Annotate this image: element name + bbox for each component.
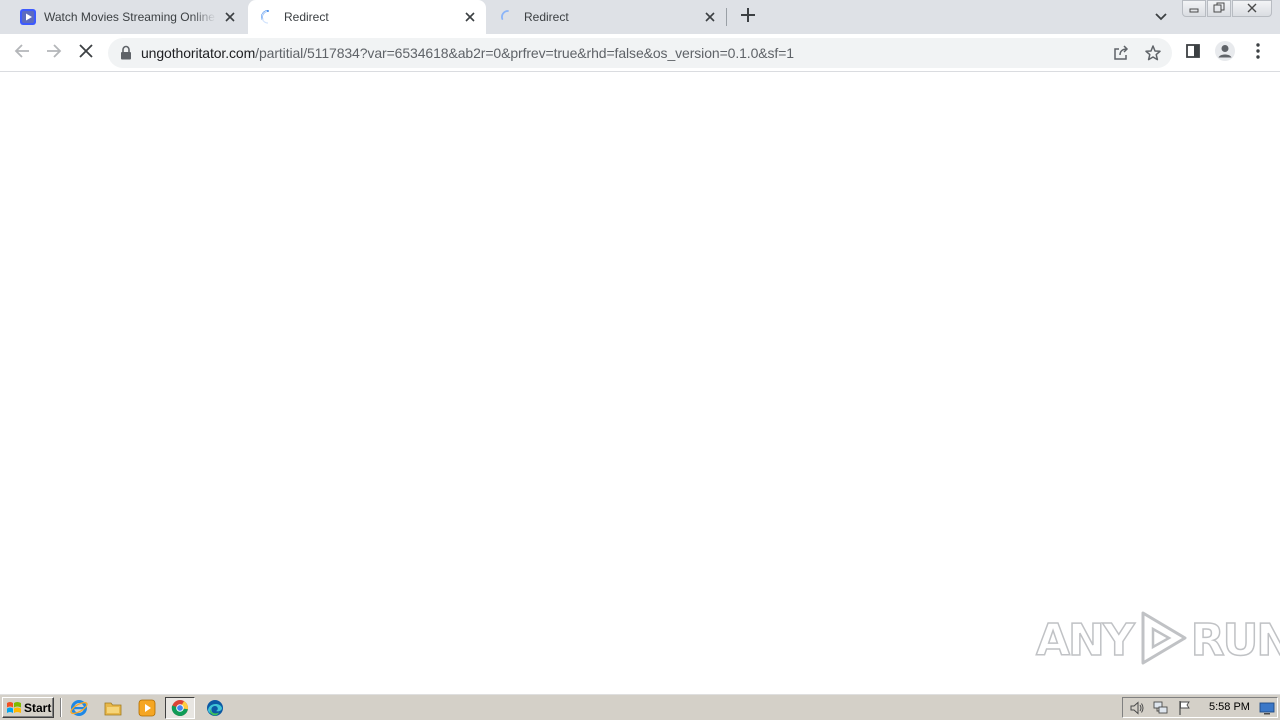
minimize-button[interactable] (1182, 0, 1206, 17)
profile-button[interactable] (1209, 37, 1241, 69)
tab-strip: Watch Movies Streaming Online Free Redir… (0, 0, 1280, 34)
watermark-text-left: ANY (1035, 614, 1135, 667)
tab-title: Redirect (284, 10, 329, 24)
close-window-button[interactable] (1232, 0, 1272, 17)
plus-icon (741, 7, 755, 27)
network-icon[interactable] (1153, 700, 1169, 716)
screen: Watch Movies Streaming Online Free Redir… (0, 0, 1280, 720)
watermark-text-right: RUN (1190, 614, 1280, 667)
restore-icon (1213, 0, 1225, 18)
star-icon[interactable] (1144, 44, 1164, 62)
tab-title: Watch Movies Streaming Online Free (44, 10, 216, 24)
menu-button[interactable] (1242, 37, 1274, 69)
video-play-favicon (20, 9, 36, 25)
minimize-icon (1189, 0, 1199, 18)
close-tab-icon[interactable] (222, 9, 238, 25)
edge-icon[interactable] (204, 698, 226, 718)
side-panel-icon (1185, 43, 1201, 64)
close-tab-icon[interactable] (462, 9, 478, 25)
share-icon[interactable] (1112, 44, 1132, 62)
close-tab-icon[interactable] (702, 9, 718, 25)
new-tab-button[interactable] (736, 5, 760, 29)
url-host: ungothoritator.com (141, 45, 256, 61)
taskbar-divider (60, 698, 62, 717)
back-button[interactable] (6, 37, 38, 69)
loading-spinner-icon (260, 9, 276, 25)
more-vert-icon (1256, 42, 1260, 64)
chrome-icon[interactable] (165, 697, 195, 719)
internet-explorer-icon[interactable] (68, 698, 90, 718)
restore-button[interactable] (1207, 0, 1231, 17)
forward-button[interactable] (38, 37, 70, 69)
windows-logo-icon (6, 701, 22, 715)
arrow-right-icon (46, 43, 62, 64)
window-controls (1181, 0, 1272, 18)
clock[interactable]: 5:58 PM (1209, 701, 1250, 713)
lock-icon[interactable] (120, 45, 134, 61)
system-tray: 5:58 PM (1122, 697, 1278, 718)
address-bar[interactable]: ungothoritator.com/partitial/5117834?var… (108, 38, 1172, 68)
start-button[interactable]: Start (2, 697, 54, 718)
loading-spinner-icon (500, 9, 516, 25)
tab-search-button[interactable] (1150, 6, 1172, 28)
close-icon (1247, 0, 1257, 18)
arrow-left-icon (14, 43, 30, 64)
flag-icon[interactable] (1177, 700, 1193, 716)
anyrun-watermark: ANY RUN (1035, 608, 1280, 672)
tab-watch-movies[interactable]: Watch Movies Streaming Online Free (8, 0, 246, 34)
taskbar: Start 5:58 PM (0, 693, 1280, 720)
tab-redirect-active[interactable]: Redirect (248, 0, 486, 34)
tab-title: Redirect (524, 10, 569, 24)
profile-icon (1215, 40, 1235, 66)
url-path: /partitial/5117834?var=6534618&ab2r=0&pr… (255, 45, 794, 61)
play-triangle-icon (1135, 609, 1189, 672)
monitor-icon[interactable] (1259, 700, 1275, 716)
stop-loading-button[interactable] (70, 37, 102, 69)
start-label: Start (24, 700, 52, 715)
page-viewport: ANY RUN (0, 72, 1280, 693)
tab-divider (726, 8, 727, 26)
chevron-down-icon (1155, 8, 1167, 26)
tab-redirect[interactable]: Redirect (488, 0, 726, 34)
side-panel-button[interactable] (1177, 37, 1209, 69)
stop-x-icon (79, 43, 93, 63)
url-text[interactable]: ungothoritator.com/partitial/5117834?var… (141, 45, 794, 61)
folder-icon[interactable] (102, 698, 124, 718)
browser-toolbar: ungothoritator.com/partitial/5117834?var… (0, 34, 1280, 72)
media-player-icon[interactable] (136, 698, 158, 718)
volume-icon[interactable] (1129, 700, 1145, 716)
